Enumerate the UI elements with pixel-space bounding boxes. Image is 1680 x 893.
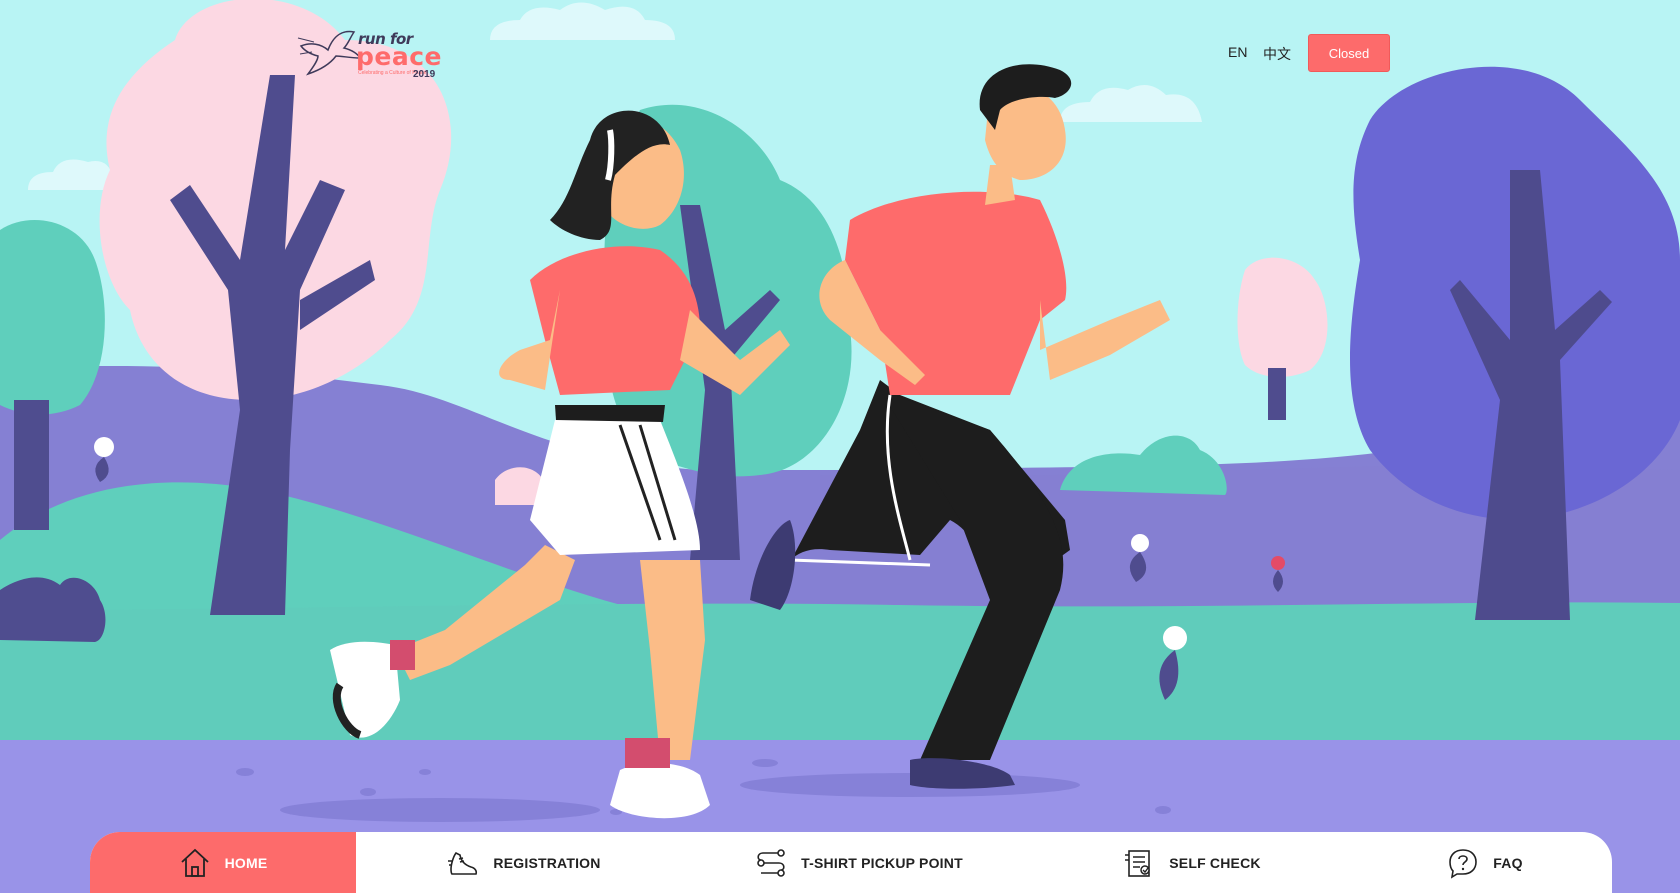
nav-label-registration: REGISTRATION xyxy=(493,854,601,871)
nav-label-self-check: SELF CHECK xyxy=(1169,854,1261,871)
route-icon xyxy=(757,848,785,877)
nav-item-tshirt-pickup[interactable]: T-SHIRT PICKUP POINT xyxy=(692,832,1026,893)
nav-label-home: HOME xyxy=(224,854,268,871)
running-shoe-icon xyxy=(448,851,478,875)
registration-status-button[interactable]: Closed xyxy=(1308,34,1390,72)
hero-illustration xyxy=(0,0,1680,893)
nav-label-faq: FAQ xyxy=(1493,854,1523,871)
logo-subtitle: peace xyxy=(356,42,442,71)
nav-item-home[interactable]: HOME xyxy=(90,832,356,893)
nav-item-faq[interactable]: FAQ xyxy=(1358,832,1612,893)
nav-label-tshirt-pickup: T-SHIRT PICKUP POINT xyxy=(801,854,963,871)
checklist-icon xyxy=(1125,849,1151,877)
logo-year: 2019 xyxy=(413,69,436,80)
nav-item-self-check[interactable]: SELF CHECK xyxy=(1026,832,1358,893)
language-zh-link[interactable]: 中文 xyxy=(1263,44,1291,64)
brand-logo[interactable]: run for peace Celebrating a Culture of P… xyxy=(296,24,446,84)
nav-item-registration[interactable]: REGISTRATION xyxy=(356,832,692,893)
question-icon xyxy=(1449,848,1478,879)
language-en-link[interactable]: EN xyxy=(1228,44,1247,60)
bottom-nav: HOME REGISTRATION T-SHIRT PICKUP POINT S… xyxy=(90,832,1612,893)
home-icon xyxy=(180,848,209,877)
